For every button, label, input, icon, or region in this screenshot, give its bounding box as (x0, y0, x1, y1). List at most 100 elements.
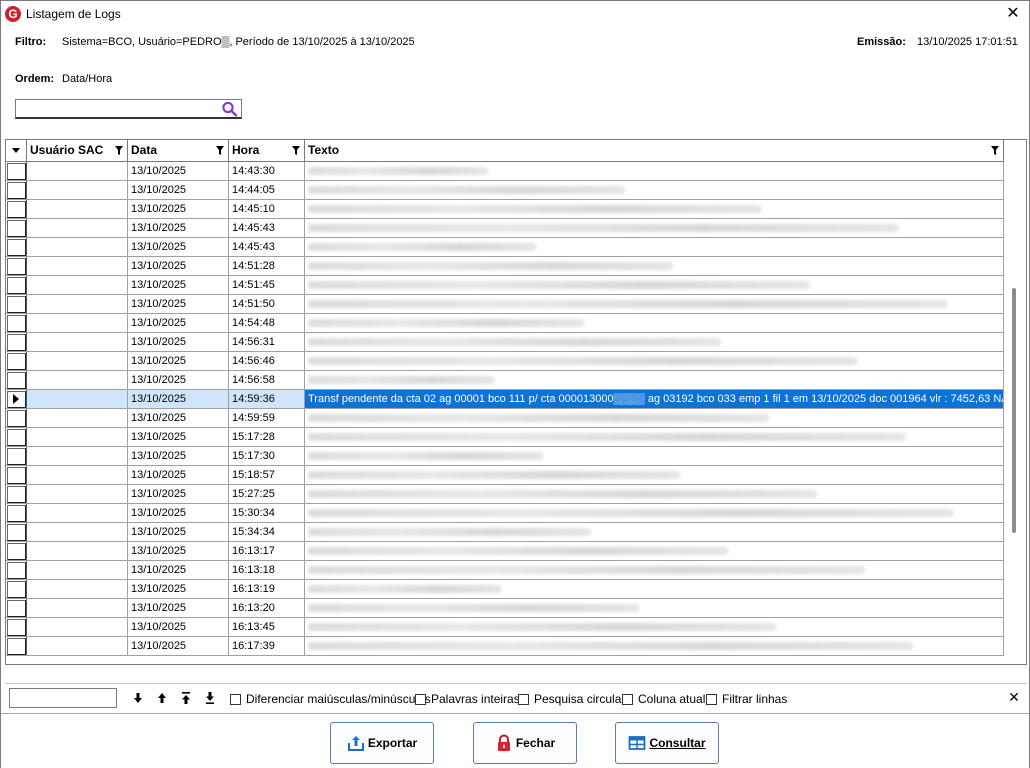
arrow-down-icon[interactable] (131, 690, 145, 706)
cell-usuario[interactable] (27, 295, 128, 313)
cell-data[interactable]: 13/10/2025 (128, 466, 229, 484)
table-row[interactable]: 13/10/2025 14:56:31 (6, 333, 1004, 352)
cell-hora[interactable]: 14:59:59 (229, 409, 305, 427)
cell-texto[interactable] (305, 409, 1004, 427)
cell-data[interactable]: 13/10/2025 (128, 162, 229, 180)
cell-texto[interactable] (305, 181, 1004, 199)
option-case-sensitive[interactable]: Diferenciar maiúsculas/minúsculas (230, 692, 431, 706)
table-row[interactable]: 13/10/2025 15:18:57 (6, 466, 1004, 485)
row-indicator-header[interactable] (6, 140, 27, 161)
cell-data[interactable]: 13/10/2025 (128, 618, 229, 636)
row-indicator[interactable] (6, 580, 27, 598)
cell-texto[interactable] (305, 219, 1004, 237)
option-whole-words[interactable]: Palavras inteiras (415, 692, 520, 706)
cell-usuario[interactable] (27, 257, 128, 275)
column-header-usuario[interactable]: Usuário SAC (27, 140, 128, 161)
checkbox-icon[interactable] (415, 693, 426, 705)
cell-hora[interactable]: 15:34:34 (229, 523, 305, 541)
cell-usuario[interactable] (27, 409, 128, 427)
row-indicator[interactable] (6, 295, 27, 313)
cell-data[interactable]: 13/10/2025 (128, 314, 229, 332)
cell-data[interactable]: 13/10/2025 (128, 390, 229, 408)
option-circular-search[interactable]: Pesquisa circular (518, 692, 625, 706)
cell-usuario[interactable] (27, 162, 128, 180)
cell-hora[interactable]: 16:13:20 (229, 599, 305, 617)
cell-texto[interactable] (305, 447, 1004, 465)
row-indicator[interactable] (6, 162, 27, 180)
arrow-up-icon[interactable] (155, 690, 169, 706)
vertical-scrollbar[interactable] (1004, 140, 1026, 664)
table-row[interactable]: 13/10/2025 14:43:30 (6, 162, 1004, 181)
table-row[interactable]: 13/10/2025 15:17:28 (6, 428, 1004, 447)
cell-hora[interactable]: 14:44:05 (229, 181, 305, 199)
row-indicator[interactable] (6, 390, 27, 408)
cell-usuario[interactable] (27, 618, 128, 636)
cell-texto[interactable] (305, 485, 1004, 503)
cell-data[interactable]: 13/10/2025 (128, 200, 229, 218)
filter-funnel-icon[interactable] (292, 146, 300, 155)
table-row[interactable]: 13/10/2025 16:13:19 (6, 580, 1004, 599)
table-row[interactable]: 13/10/2025 16:13:45 (6, 618, 1004, 637)
cell-usuario[interactable] (27, 219, 128, 237)
cell-hora[interactable]: 14:54:48 (229, 314, 305, 332)
cell-data[interactable]: 13/10/2025 (128, 333, 229, 351)
cell-hora[interactable]: 14:45:43 (229, 238, 305, 256)
option-current-column[interactable]: Coluna atual (622, 692, 705, 706)
table-row[interactable]: 13/10/2025 14:45:43 (6, 219, 1004, 238)
cell-data[interactable]: 13/10/2025 (128, 561, 229, 579)
row-indicator[interactable] (6, 276, 27, 294)
cell-hora[interactable]: 14:45:43 (229, 219, 305, 237)
cell-data[interactable]: 13/10/2025 (128, 257, 229, 275)
cell-hora[interactable]: 14:51:45 (229, 276, 305, 294)
cell-usuario[interactable] (27, 238, 128, 256)
cell-usuario[interactable] (27, 466, 128, 484)
row-indicator[interactable] (6, 447, 27, 465)
column-header-hora[interactable]: Hora (229, 140, 305, 161)
cell-hora[interactable]: 14:56:31 (229, 333, 305, 351)
row-indicator[interactable] (6, 200, 27, 218)
row-indicator[interactable] (6, 314, 27, 332)
row-indicator[interactable] (6, 504, 27, 522)
row-indicator[interactable] (6, 561, 27, 579)
cell-texto[interactable] (305, 618, 1004, 636)
row-indicator[interactable] (6, 409, 27, 427)
cell-hora[interactable]: 14:51:28 (229, 257, 305, 275)
consult-button[interactable]: Consultar (615, 722, 719, 764)
cell-hora[interactable]: 14:45:10 (229, 200, 305, 218)
find-bar-close-icon[interactable]: ✕ (1007, 689, 1021, 705)
cell-data[interactable]: 13/10/2025 (128, 295, 229, 313)
cell-data[interactable]: 13/10/2025 (128, 504, 229, 522)
checkbox-icon[interactable] (518, 693, 529, 705)
cell-usuario[interactable] (27, 333, 128, 351)
cell-texto[interactable] (305, 371, 1004, 389)
row-indicator[interactable] (6, 219, 27, 237)
cell-hora[interactable]: 16:13:18 (229, 561, 305, 579)
table-row[interactable]: 13/10/2025 14:44:05 (6, 181, 1004, 200)
cell-texto[interactable] (305, 238, 1004, 256)
cell-texto[interactable] (305, 295, 1004, 313)
row-indicator[interactable] (6, 352, 27, 370)
cell-data[interactable]: 13/10/2025 (128, 580, 229, 598)
cell-texto[interactable] (305, 504, 1004, 522)
table-row[interactable]: 13/10/2025 16:13:20 (6, 599, 1004, 618)
vertical-scrollbar-thumb[interactable] (1012, 288, 1016, 533)
cell-usuario[interactable] (27, 542, 128, 560)
cell-data[interactable]: 13/10/2025 (128, 428, 229, 446)
cell-hora[interactable]: 16:13:45 (229, 618, 305, 636)
cell-data[interactable]: 13/10/2025 (128, 352, 229, 370)
cell-texto[interactable] (305, 580, 1004, 598)
row-indicator[interactable] (6, 238, 27, 256)
cell-usuario[interactable] (27, 523, 128, 541)
cell-data[interactable]: 13/10/2025 (128, 485, 229, 503)
cell-texto[interactable] (305, 599, 1004, 617)
row-indicator[interactable] (6, 466, 27, 484)
search-input[interactable] (17, 101, 217, 117)
table-row[interactable]: 13/10/2025 14:59:59 (6, 409, 1004, 428)
cell-hora[interactable]: 14:56:58 (229, 371, 305, 389)
checkbox-icon[interactable] (622, 693, 633, 705)
cell-usuario[interactable] (27, 428, 128, 446)
cell-usuario[interactable] (27, 599, 128, 617)
table-row[interactable]: 13/10/2025 14:56:46 (6, 352, 1004, 371)
table-row[interactable]: 13/10/2025 15:17:30 (6, 447, 1004, 466)
cell-data[interactable]: 13/10/2025 (128, 276, 229, 294)
